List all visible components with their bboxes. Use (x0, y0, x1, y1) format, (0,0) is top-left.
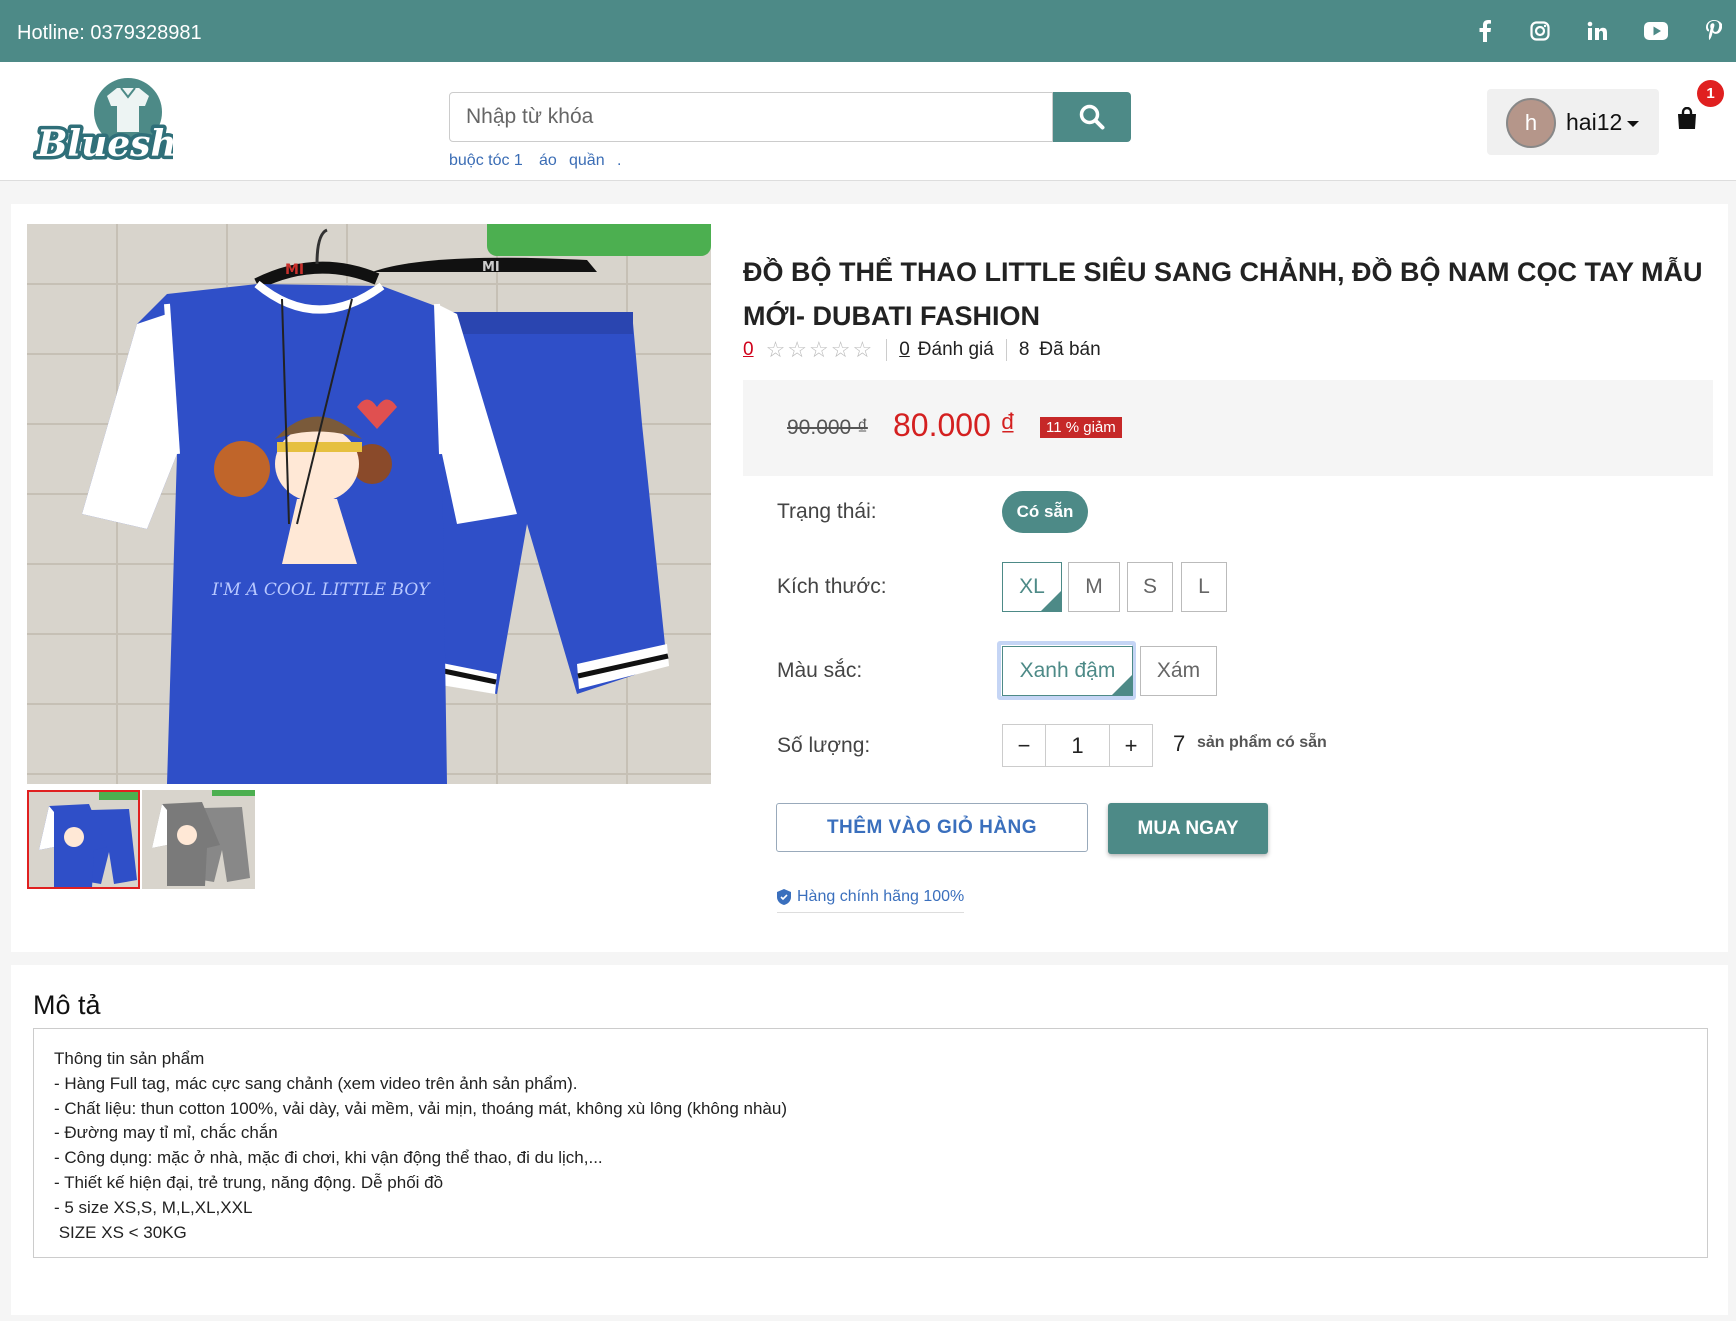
original-price: 90.000 ₫ (787, 416, 868, 439)
size-option-l[interactable]: L (1181, 562, 1227, 612)
cart-count-badge: 1 (1697, 80, 1724, 107)
description-line: SIZE XS < 30KG (54, 1222, 187, 1242)
divider (1005, 339, 1007, 361)
quantity-input[interactable]: 1 (1045, 724, 1110, 767)
description-line: - Chất liệu: thun cotton 100%, vải dày, … (54, 1098, 787, 1118)
shopping-bag-icon[interactable] (1677, 106, 1703, 137)
size-option-xl[interactable]: XL (1002, 562, 1062, 612)
youtube-icon[interactable] (1643, 18, 1669, 44)
description-line: Thông tin sản phẩm (54, 1049, 205, 1068)
status-label: Trạng thái: (777, 500, 877, 523)
linkedin-icon[interactable] (1584, 18, 1610, 44)
discount-badge: 11 % giảm (1040, 417, 1122, 438)
size-option-m[interactable]: M (1068, 562, 1120, 612)
hanger-brand-text: MI (285, 262, 304, 278)
hanger-brand-text: MI (482, 260, 500, 275)
status-badge: Có sẵn (1002, 491, 1088, 533)
user-menu[interactable]: h hai12 (1487, 89, 1659, 155)
pinterest-icon[interactable] (1701, 18, 1727, 44)
site-header: Blueshop buộc tóc 1 áo quần . h hai12 1 (0, 62, 1736, 181)
size-label: Kích thước: (777, 575, 887, 598)
description-line: - Đường may tỉ mỉ, chắc chắn (54, 1123, 278, 1143)
rating-value[interactable]: 0 (743, 339, 754, 361)
sale-price: 80.000 ₫ (893, 407, 1017, 443)
caret-down-icon (1627, 121, 1639, 127)
price-box: 90.000 ₫ 80.000 ₫ 11 % giảm (743, 380, 1713, 476)
quantity-label: Số lượng: (777, 734, 871, 757)
reviews-count[interactable]: 0 (899, 339, 910, 361)
reviews-label: Đánh giá (917, 339, 994, 360)
product-main-image[interactable]: MI MI I'M A COOL LITTLE BOY (27, 224, 711, 784)
quantity-decrease-button[interactable]: − (1002, 724, 1046, 767)
sold-label: Đã bán (1039, 339, 1101, 360)
search-icon (1079, 104, 1105, 130)
add-to-cart-button[interactable]: THÊM VÀO GIỎ HÀNG (776, 803, 1088, 852)
facebook-icon[interactable] (1472, 18, 1498, 44)
star-rating-icon: ☆☆☆☆☆ (765, 337, 875, 362)
product-title: ĐỒ BỘ THỂ THAO LITTLE SIÊU SANG CHẢNH, Đ… (743, 257, 1703, 331)
size-option-s[interactable]: S (1127, 562, 1173, 612)
blueshop-logo[interactable]: Blueshop (33, 76, 229, 172)
suggestion-link[interactable]: . (617, 152, 621, 170)
description-box: Thông tin sản phẩm - Hàng Full tag, mác … (33, 1028, 1708, 1258)
suggestion-link[interactable]: buộc tóc 1 (449, 152, 523, 170)
description-line: - Công dụng: mặc ở nhà, mặc đi chơi, khi… (54, 1148, 603, 1168)
hotline-text: Hotline: 0379328981 (17, 22, 202, 44)
quantity-increase-button[interactable]: + (1109, 724, 1153, 767)
stock-count: 7 (1173, 731, 1186, 756)
search-input[interactable] (449, 92, 1053, 142)
authentic-guarantee: Hàng chính hãng 100% (777, 888, 965, 913)
shield-check-icon (777, 889, 791, 905)
rating-row: 0 ☆☆☆☆☆ 0 Đánh giá 8 Đã bán (743, 337, 1101, 363)
product-thumbnail[interactable] (27, 790, 140, 889)
color-option-dark-blue[interactable]: Xanh đậm (1002, 646, 1133, 696)
search-button[interactable] (1053, 92, 1131, 142)
suggestion-link[interactable]: áo (539, 152, 557, 170)
description-title: Mô tả (33, 990, 101, 1020)
instagram-icon[interactable] (1527, 18, 1553, 44)
avatar: h (1506, 98, 1556, 148)
color-label: Màu sắc: (777, 659, 863, 682)
description-line: - Hàng Full tag, mác cực sang chảnh (xem… (54, 1073, 578, 1093)
sold-count: 8 (1018, 339, 1030, 360)
guarantee-text: Hàng chính hãng 100% (797, 888, 965, 905)
divider (886, 339, 888, 361)
top-bar: Hotline: 0379328981 (0, 0, 1736, 62)
description-line: - 5 size XS,S, M,L,XL,XXL (54, 1197, 253, 1217)
logo-text: Blueshop (36, 123, 173, 165)
buy-now-button[interactable]: MUA NGAY (1108, 803, 1268, 854)
color-option-grey[interactable]: Xám (1140, 646, 1217, 696)
username: hai12 (1566, 109, 1623, 135)
suggestion-link[interactable]: quần (569, 152, 605, 170)
shirt-print-text: I'M A COOL LITTLE BOY (211, 580, 431, 600)
stock-label: sản phẩm có sẵn (1197, 734, 1327, 751)
description-line: - Thiết kế hiện đại, trẻ trung, năng độn… (54, 1172, 444, 1192)
product-thumbnail[interactable] (142, 790, 255, 889)
